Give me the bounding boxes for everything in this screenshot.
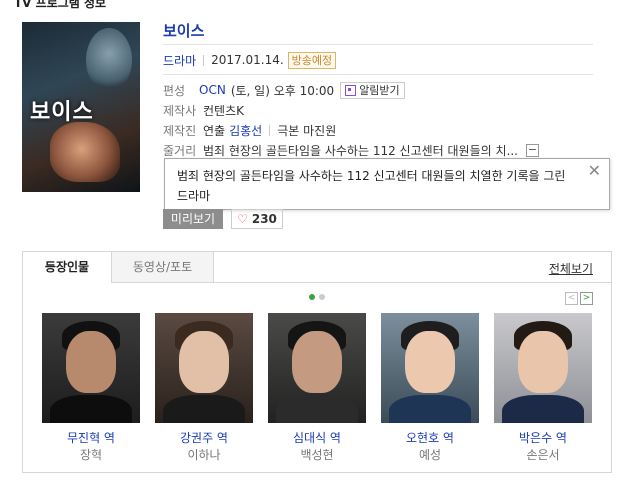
cast-role[interactable]: 무진혁 역 — [42, 431, 140, 445]
producer-value: 컨텐츠K — [203, 103, 244, 118]
genre-row: 드라마 2017.01.14. 방송예정 — [163, 51, 337, 69]
cast-actor: 장혁 — [79, 448, 103, 462]
genre-link[interactable]: 드라마 — [163, 52, 196, 69]
separator — [269, 124, 271, 136]
cast-card[interactable]: 박은수 역 손은서 — [494, 313, 592, 462]
schedule-text: (토, 일) 오후 10:00 — [230, 83, 335, 98]
face-shape — [405, 331, 455, 393]
cast-role[interactable]: 오현호 역 — [381, 431, 479, 445]
broadcast-label: 편성 — [163, 83, 186, 98]
page-dot-active[interactable] — [309, 294, 315, 300]
cast-photo[interactable] — [381, 313, 479, 423]
cast-card[interactable]: 오현호 역 예성 — [381, 313, 479, 462]
cast-actor: 이하나 — [187, 448, 221, 462]
alarm-icon — [345, 84, 357, 96]
collapse-button[interactable]: − — [525, 143, 539, 157]
page-indicator — [309, 294, 325, 300]
cast-role[interactable]: 박은수 역 — [494, 431, 592, 445]
producer-label: 제작사 — [163, 103, 197, 118]
plot-row: 줄거리 범죄 현장의 골든타임을 사수하는 112 신고센터 대원들의 치...… — [163, 141, 539, 159]
cast-card[interactable]: 강권주 역 이하나 — [155, 313, 253, 462]
divider — [163, 44, 593, 45]
channel-link[interactable]: OCN — [199, 83, 226, 97]
producer-row: 제작사 컨텐츠K — [163, 101, 244, 119]
cast-card[interactable]: 심대식 역 백성현 — [268, 313, 366, 462]
tab-video-photo[interactable]: 동영상/포토 — [112, 252, 214, 282]
plot-label: 줄거리 — [163, 143, 197, 158]
face-shape — [518, 331, 568, 393]
body-shape — [502, 395, 584, 423]
air-date: 2017.01.14. — [211, 53, 284, 67]
program-title[interactable]: 보이스 — [163, 20, 204, 41]
cast-role[interactable]: 강권주 역 — [155, 431, 253, 445]
director-link[interactable]: 김홍선 — [229, 122, 262, 139]
cast-card[interactable]: 무진혁 역 장혁 — [42, 313, 140, 462]
prev-arrow-icon[interactable]: < — [565, 292, 578, 305]
pager-arrows: < > — [565, 292, 593, 305]
section-title: TV 프로그램 정보 — [14, 0, 107, 10]
cast-photo[interactable] — [42, 313, 140, 423]
preview-button[interactable]: 미리보기 — [163, 209, 223, 229]
cast-actor: 손은서 — [526, 448, 560, 462]
plot-tooltip: 범죄 현장의 골든타임을 사수하는 112 신고센터 대원들의 치열한 기록을 … — [164, 158, 610, 210]
face-shape — [292, 331, 342, 393]
staff-label: 제작진 — [163, 123, 197, 138]
writer-text: 극본 마진원 — [277, 123, 337, 138]
divider — [163, 74, 593, 75]
body-shape — [276, 395, 358, 423]
heart-icon: ♡ — [237, 212, 248, 226]
view-all-link[interactable]: 전체보기 — [549, 260, 593, 277]
cast-panel: 등장인물 동영상/포토 전체보기 < > 무진혁 역 장혁 강권주 역 이하나 — [22, 251, 612, 473]
face-shape — [66, 331, 116, 393]
plot-summary: 범죄 현장의 골든타임을 사수하는 112 신고센터 대원들의 치... — [203, 143, 518, 158]
poster-figure — [86, 28, 132, 92]
poster-face — [50, 122, 120, 182]
staff-row: 제작진 연출 김홍선 극본 마진원 — [163, 121, 336, 139]
separator — [203, 54, 205, 66]
program-poster[interactable]: 보이스 — [22, 22, 140, 192]
cast-actor: 예성 — [418, 448, 442, 462]
like-button[interactable]: ♡ 230 — [231, 209, 283, 229]
tab-bar: 등장인물 동영상/포토 전체보기 — [23, 252, 611, 283]
broadcast-row: 편성 OCN (토, 일) 오후 10:00 알림받기 — [163, 81, 405, 99]
body-shape — [389, 395, 471, 423]
alarm-button[interactable]: 알림받기 — [340, 81, 405, 99]
director-prefix: 연출 — [203, 123, 226, 138]
tab-cast[interactable]: 등장인물 — [23, 252, 112, 283]
cast-actor: 백성현 — [300, 448, 334, 462]
next-arrow-icon[interactable]: > — [580, 292, 593, 305]
cast-photo[interactable] — [494, 313, 592, 423]
cast-role[interactable]: 심대식 역 — [268, 431, 366, 445]
face-shape — [179, 331, 229, 393]
alarm-label: 알림받기 — [359, 84, 400, 97]
plot-full-text: 범죄 현장의 골든타임을 사수하는 112 신고센터 대원들의 치열한 기록을 … — [177, 169, 566, 203]
like-count: 230 — [251, 212, 277, 226]
poster-title: 보이스 — [30, 100, 94, 125]
body-shape — [163, 395, 245, 423]
close-icon[interactable]: ✕ — [588, 163, 601, 179]
cast-photo[interactable] — [268, 313, 366, 423]
cast-photo[interactable] — [155, 313, 253, 423]
status-badge: 방송예정 — [287, 51, 337, 69]
body-shape — [50, 395, 132, 423]
page-dot[interactable] — [319, 294, 325, 300]
